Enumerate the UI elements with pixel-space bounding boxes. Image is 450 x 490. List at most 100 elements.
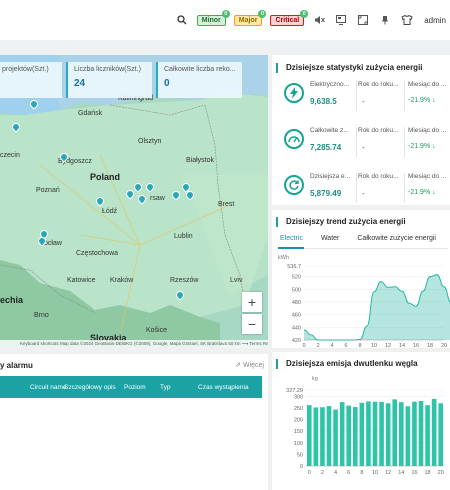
- co2-bar: [326, 406, 332, 466]
- co2-bar: [333, 409, 338, 466]
- co2-bar: [313, 407, 319, 466]
- search-icon[interactable]: [175, 13, 189, 27]
- zoom-out-button[interactable]: −: [242, 314, 262, 334]
- alarm-critical-button[interactable]: Critical 0: [270, 9, 309, 26]
- column-time[interactable]: Czas wystąpienia: [198, 384, 249, 391]
- map-label-poznan: Poznań: [36, 187, 60, 194]
- kpi-projects: projektów(Szt.): [0, 62, 62, 98]
- arrow-down-icon: ↓: [432, 97, 436, 104]
- alarm-major-count: 0: [258, 9, 267, 18]
- project-map[interactable]: Gdańsk Kaliningrad czecin Bydgoszcz Olsz…: [0, 55, 268, 348]
- co2-bar: [366, 401, 371, 466]
- stat-row-electric: Elektryczno... 9,638.5 Rok do roku... - …: [272, 75, 450, 123]
- tab-water[interactable]: Water: [321, 235, 339, 242]
- stat-value: 9,638.5: [310, 97, 337, 106]
- theme-shirt-icon[interactable]: [400, 13, 414, 27]
- stat-yoy-label: Rok do roku...: [358, 81, 399, 88]
- co2-bar: [385, 403, 391, 466]
- x-tick-label: 16: [411, 470, 417, 476]
- stat-yoy-value: -: [362, 189, 365, 198]
- alarm-critical-count: 0: [300, 9, 309, 18]
- co2-panel: Dzisiejsza emisja dwutlenku węgla kg 327.…: [272, 352, 450, 490]
- x-tick-label: 8: [360, 470, 363, 476]
- tab-electric[interactable]: Electric: [280, 235, 303, 242]
- mute-icon[interactable]: [312, 13, 326, 27]
- kpi-row: projektów(Szt.) Liczba liczników(Szt.) 2…: [0, 62, 242, 98]
- alarm-minor-button[interactable]: Minor 0: [196, 9, 230, 26]
- x-tick-label: 8: [358, 343, 361, 348]
- stat-row-emission: Dzisiejsza e... 5,879.49 Rok do roku... …: [272, 167, 450, 215]
- stat-label: Dzisiejsza e...: [310, 173, 351, 180]
- co2-bar: [438, 403, 444, 466]
- column-description[interactable]: Szczegółowy opis: [64, 384, 116, 391]
- user-menu[interactable]: admin: [424, 16, 446, 25]
- column-circuit-name[interactable]: Circuit name: [30, 384, 66, 391]
- x-tick-label: 4: [334, 470, 337, 476]
- stat-yoy-label: Rok do roku...: [358, 173, 399, 180]
- x-tick-label: 18: [425, 470, 431, 476]
- zoom-in-button[interactable]: +: [242, 292, 262, 312]
- co2-bar: [418, 400, 424, 466]
- y-tick-label: 50: [297, 452, 303, 458]
- y-tick-label: 0: [300, 464, 303, 470]
- y-tick-label: 460: [292, 313, 301, 319]
- map-attribution[interactable]: Keyboard shortcuts Map data ©2024 GeoBas…: [0, 340, 268, 348]
- stat-value: 7,285.74: [310, 143, 342, 152]
- tab-total-energy[interactable]: Całkowite zużycie energii: [357, 235, 436, 242]
- stat-mom-value: -21.9% ↓: [408, 97, 436, 104]
- x-tick-label: 14: [399, 343, 405, 348]
- map-label-szczecin: czecin: [0, 152, 20, 159]
- energy-trend-title: Dzisiejszy trend zużycia energii: [276, 217, 450, 227]
- pin-icon[interactable]: [378, 13, 392, 27]
- x-tick-label: 12: [385, 470, 391, 476]
- x-tick-label: 2: [321, 470, 324, 476]
- map-label-kosice: Košice: [146, 327, 168, 334]
- kpi-meters: Liczba liczników(Szt.) 24: [66, 62, 152, 98]
- alarm-minor-count: 0: [221, 9, 230, 18]
- x-tick-label: 16: [413, 343, 419, 348]
- arrow-down-icon: ↓: [432, 189, 436, 196]
- recycle-icon: [284, 175, 304, 195]
- y-axis-unit: kWh: [278, 255, 289, 261]
- x-tick-label: 4: [330, 343, 333, 348]
- divider: [404, 81, 405, 111]
- x-tick-label: 20: [438, 470, 444, 476]
- map-label-lviv: Lviv: [230, 277, 243, 284]
- x-tick-label: 10: [371, 343, 377, 348]
- map-label-brest: Brest: [218, 201, 235, 208]
- co2-bar: [392, 399, 398, 466]
- map-label-bialystok: Białystok: [186, 157, 215, 164]
- map-label-warsaw: rsaw: [150, 195, 165, 202]
- co2-bar: [431, 398, 437, 466]
- screen-icon[interactable]: [334, 13, 348, 27]
- x-tick-label: 12: [385, 343, 391, 348]
- column-type[interactable]: Typ: [160, 384, 170, 391]
- co2-bar: [398, 402, 404, 466]
- energy-stats-panel: Dzisiejsze statystyki zużycia energii El…: [272, 55, 450, 205]
- divider: [356, 81, 357, 111]
- tab-underline: [278, 247, 448, 249]
- energy-stats-title: Dzisiejsze statystyki zużycia energii: [276, 63, 450, 73]
- map-label-brno: Brno: [34, 312, 49, 319]
- kpi-projects-label: projektów(Szt.): [2, 66, 49, 73]
- kpi-records-value: 0: [164, 78, 170, 89]
- co2-bar: [405, 406, 411, 466]
- co2-bar: [379, 401, 384, 466]
- map-label-lublin: Lublin: [174, 233, 193, 240]
- co2-bar: [352, 407, 358, 466]
- co2-bar: [346, 405, 352, 466]
- y-tick-label: 440: [292, 325, 301, 331]
- kpi-records: Całkowite liczba reko... 0: [156, 62, 242, 98]
- column-level[interactable]: Poziom: [124, 384, 146, 391]
- x-tick-label: 0: [302, 343, 305, 348]
- fullscreen-icon[interactable]: [356, 13, 370, 27]
- energy-trend-chart: kWh 536.7 520 500 480 460 440 4200 2 4 6 8 10 12 14 16 1…: [278, 255, 450, 348]
- y-tick-label: 150: [294, 429, 303, 435]
- trend-tabs: Electric Water Całkowite zużycie energii: [280, 235, 436, 242]
- top-bar: Minor 0 Major 0 Critical 0 admin: [0, 0, 450, 40]
- alarm-major-button[interactable]: Major 0: [233, 9, 267, 26]
- y-tick-label: 200: [294, 418, 303, 424]
- alarm-more-link[interactable]: ⇗ Więcej: [235, 361, 264, 369]
- co2-bar: [412, 401, 417, 466]
- map-label-wroclaw: ocław: [44, 240, 62, 247]
